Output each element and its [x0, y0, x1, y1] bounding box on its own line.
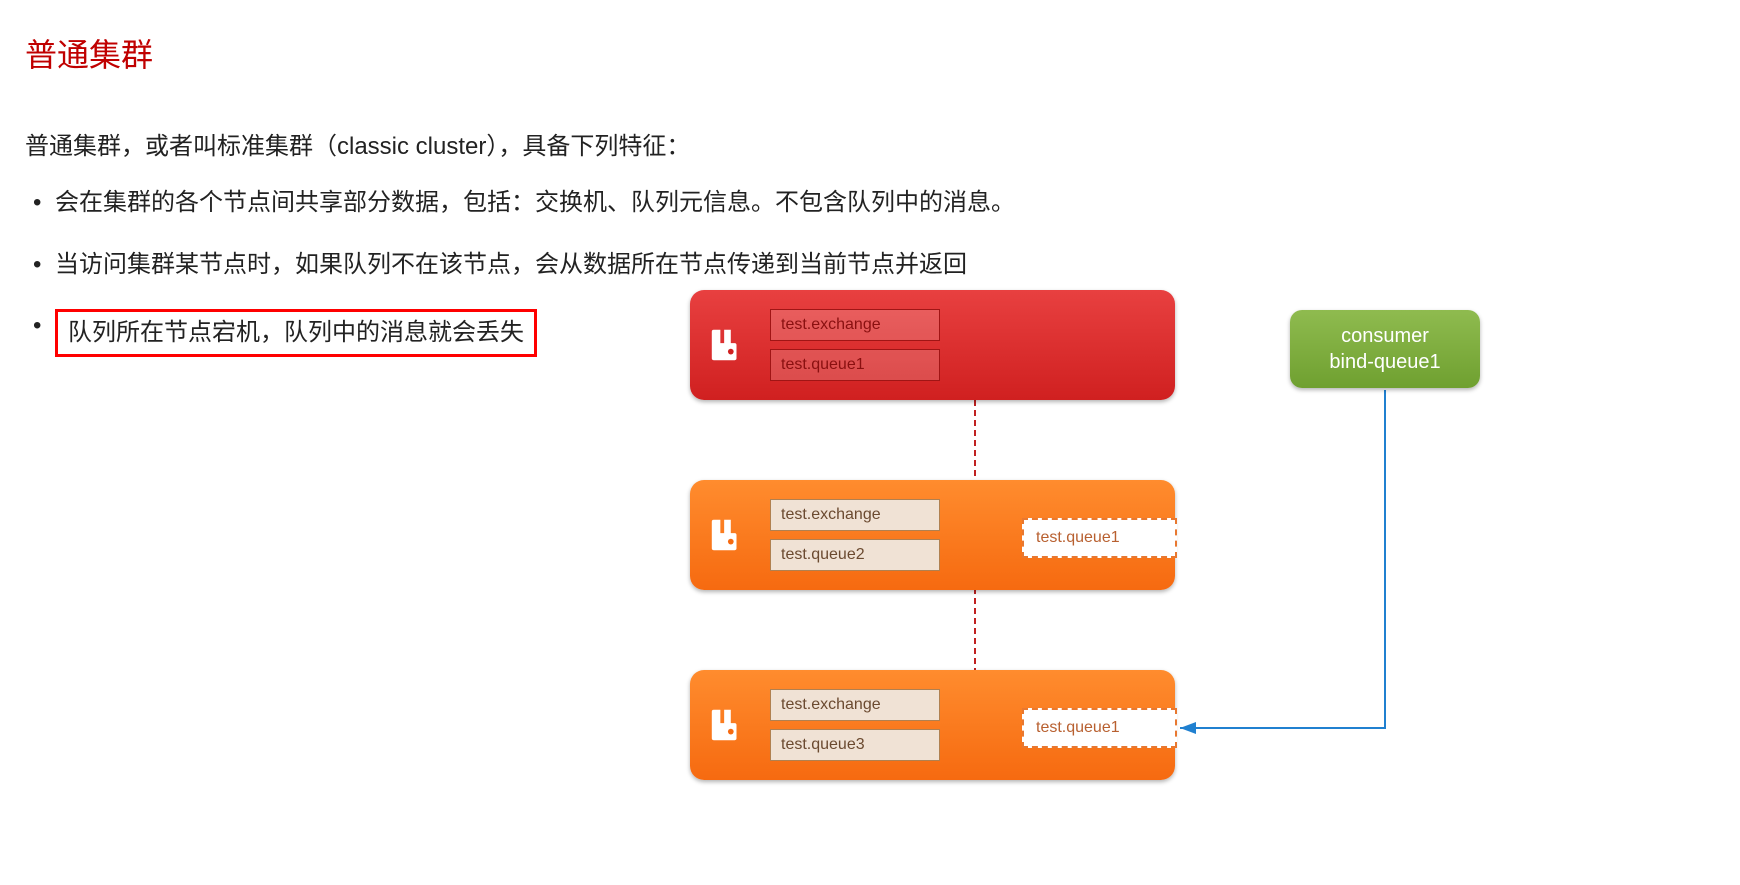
- rabbitmq-icon: [708, 516, 746, 554]
- node2-ghost-queue: test.queue1: [1022, 518, 1177, 558]
- rabbitmq-icon: [708, 326, 746, 364]
- rabbitmq-icon: [708, 706, 746, 744]
- feature-item-2: 当访问集群某节点时，如果队列不在该节点，会从数据所在节点传递到当前节点并返回: [25, 248, 1715, 282]
- cluster-node-1: test.exchange test.queue1: [690, 290, 1175, 400]
- consumer-line2: bind-queue1: [1329, 349, 1440, 375]
- consumer-box: consumer bind-queue1: [1290, 310, 1480, 388]
- intro-text: 普通集群，或者叫标准集群（classic cluster），具备下列特征：: [25, 126, 1715, 161]
- node3-queue: test.queue3: [770, 729, 940, 761]
- feature-item-1: 会在集群的各个节点间共享部分数据，包括：交换机、队列元信息。不包含队列中的消息。: [25, 186, 1715, 220]
- node1-exchange: test.exchange: [770, 309, 940, 341]
- node2-exchange: test.exchange: [770, 499, 940, 531]
- page-title: 普通集群: [25, 30, 1715, 76]
- cluster-diagram: test.exchange test.queue1 test.exchange …: [690, 290, 1710, 850]
- node2-queue: test.queue2: [770, 539, 940, 571]
- node3-exchange: test.exchange: [770, 689, 940, 721]
- node3-ghost-queue: test.queue1: [1022, 708, 1177, 748]
- node1-queue: test.queue1: [770, 349, 940, 381]
- consumer-line1: consumer: [1341, 323, 1429, 349]
